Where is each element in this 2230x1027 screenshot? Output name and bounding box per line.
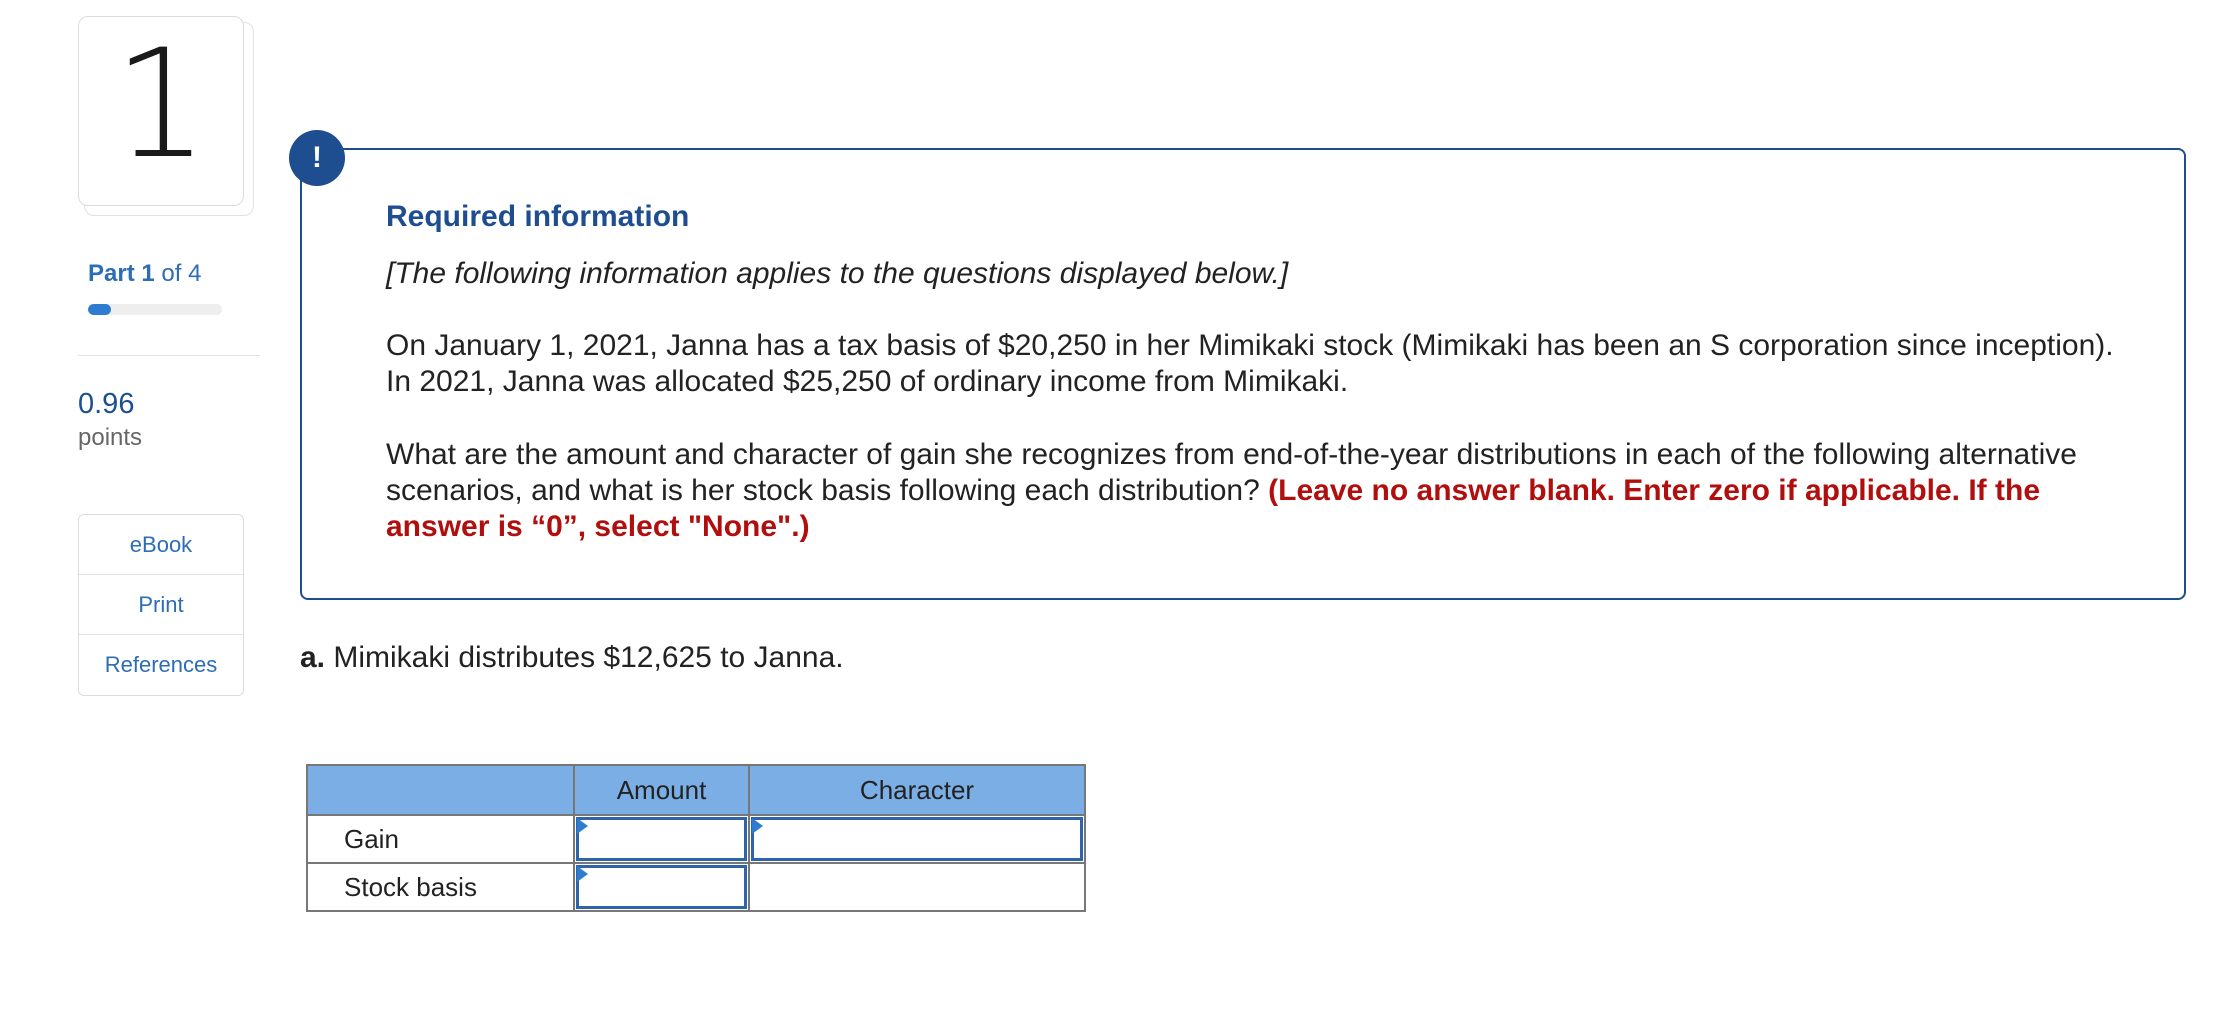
gain-character-cell (748, 814, 1086, 864)
question-number-card: 1 (78, 16, 244, 206)
required-info-title: Required information (386, 200, 690, 233)
points-label: points (78, 424, 143, 451)
info-paragraph-2: What are the amount and character of gai… (386, 437, 2146, 545)
scenario-a-text: Mimikaki distributes $12,625 to Janna. (325, 641, 844, 674)
row-label-gain: Gain (306, 814, 575, 864)
row-label-stock-basis: Stock basis (306, 862, 575, 912)
input-flag-icon (577, 866, 588, 882)
references-button[interactable]: References (79, 635, 243, 694)
points-value: 0.96 (78, 388, 135, 420)
stock-basis-amount-input[interactable] (576, 865, 747, 909)
table-row-stock-basis: Stock basis (306, 862, 1086, 912)
gain-amount-input[interactable] (576, 817, 747, 861)
info-paragraph-1: On January 1, 2021, Janna has a tax basi… (386, 329, 2114, 398)
header-character: Character (748, 764, 1086, 816)
ebook-button[interactable]: eBook (79, 515, 243, 575)
question-number: 1 (113, 18, 209, 192)
print-button[interactable]: Print (79, 575, 243, 635)
header-amount: Amount (573, 764, 750, 816)
stock-basis-amount-cell (573, 862, 750, 912)
part-label: Part 1 (88, 260, 155, 287)
exclamation-icon: ! (289, 130, 345, 186)
part-total: of 4 (161, 260, 202, 287)
table-row-gain: Gain (306, 814, 1086, 864)
sidebar-divider (78, 355, 260, 356)
resource-buttons: eBook Print References (78, 514, 244, 696)
input-flag-icon (577, 818, 588, 834)
gain-character-select[interactable] (751, 817, 1083, 861)
scenario-a-label: a. (300, 641, 326, 674)
input-flag-icon (752, 818, 763, 834)
info-note: [The following information applies to th… (386, 257, 1289, 290)
part-progress-bar (88, 304, 222, 315)
stock-basis-character-cell-empty (748, 862, 1086, 912)
gain-amount-cell (573, 814, 750, 864)
header-blank (306, 764, 575, 816)
part-indicator: Part 1 of 4 (88, 260, 201, 288)
table-header-row: Amount Character (306, 764, 1086, 816)
scenario-a: a. Mimikaki distributes $12,625 to Janna… (300, 641, 844, 675)
part-progress-fill (88, 304, 111, 315)
answer-table: Amount Character Gain Stock basis (306, 764, 1086, 912)
